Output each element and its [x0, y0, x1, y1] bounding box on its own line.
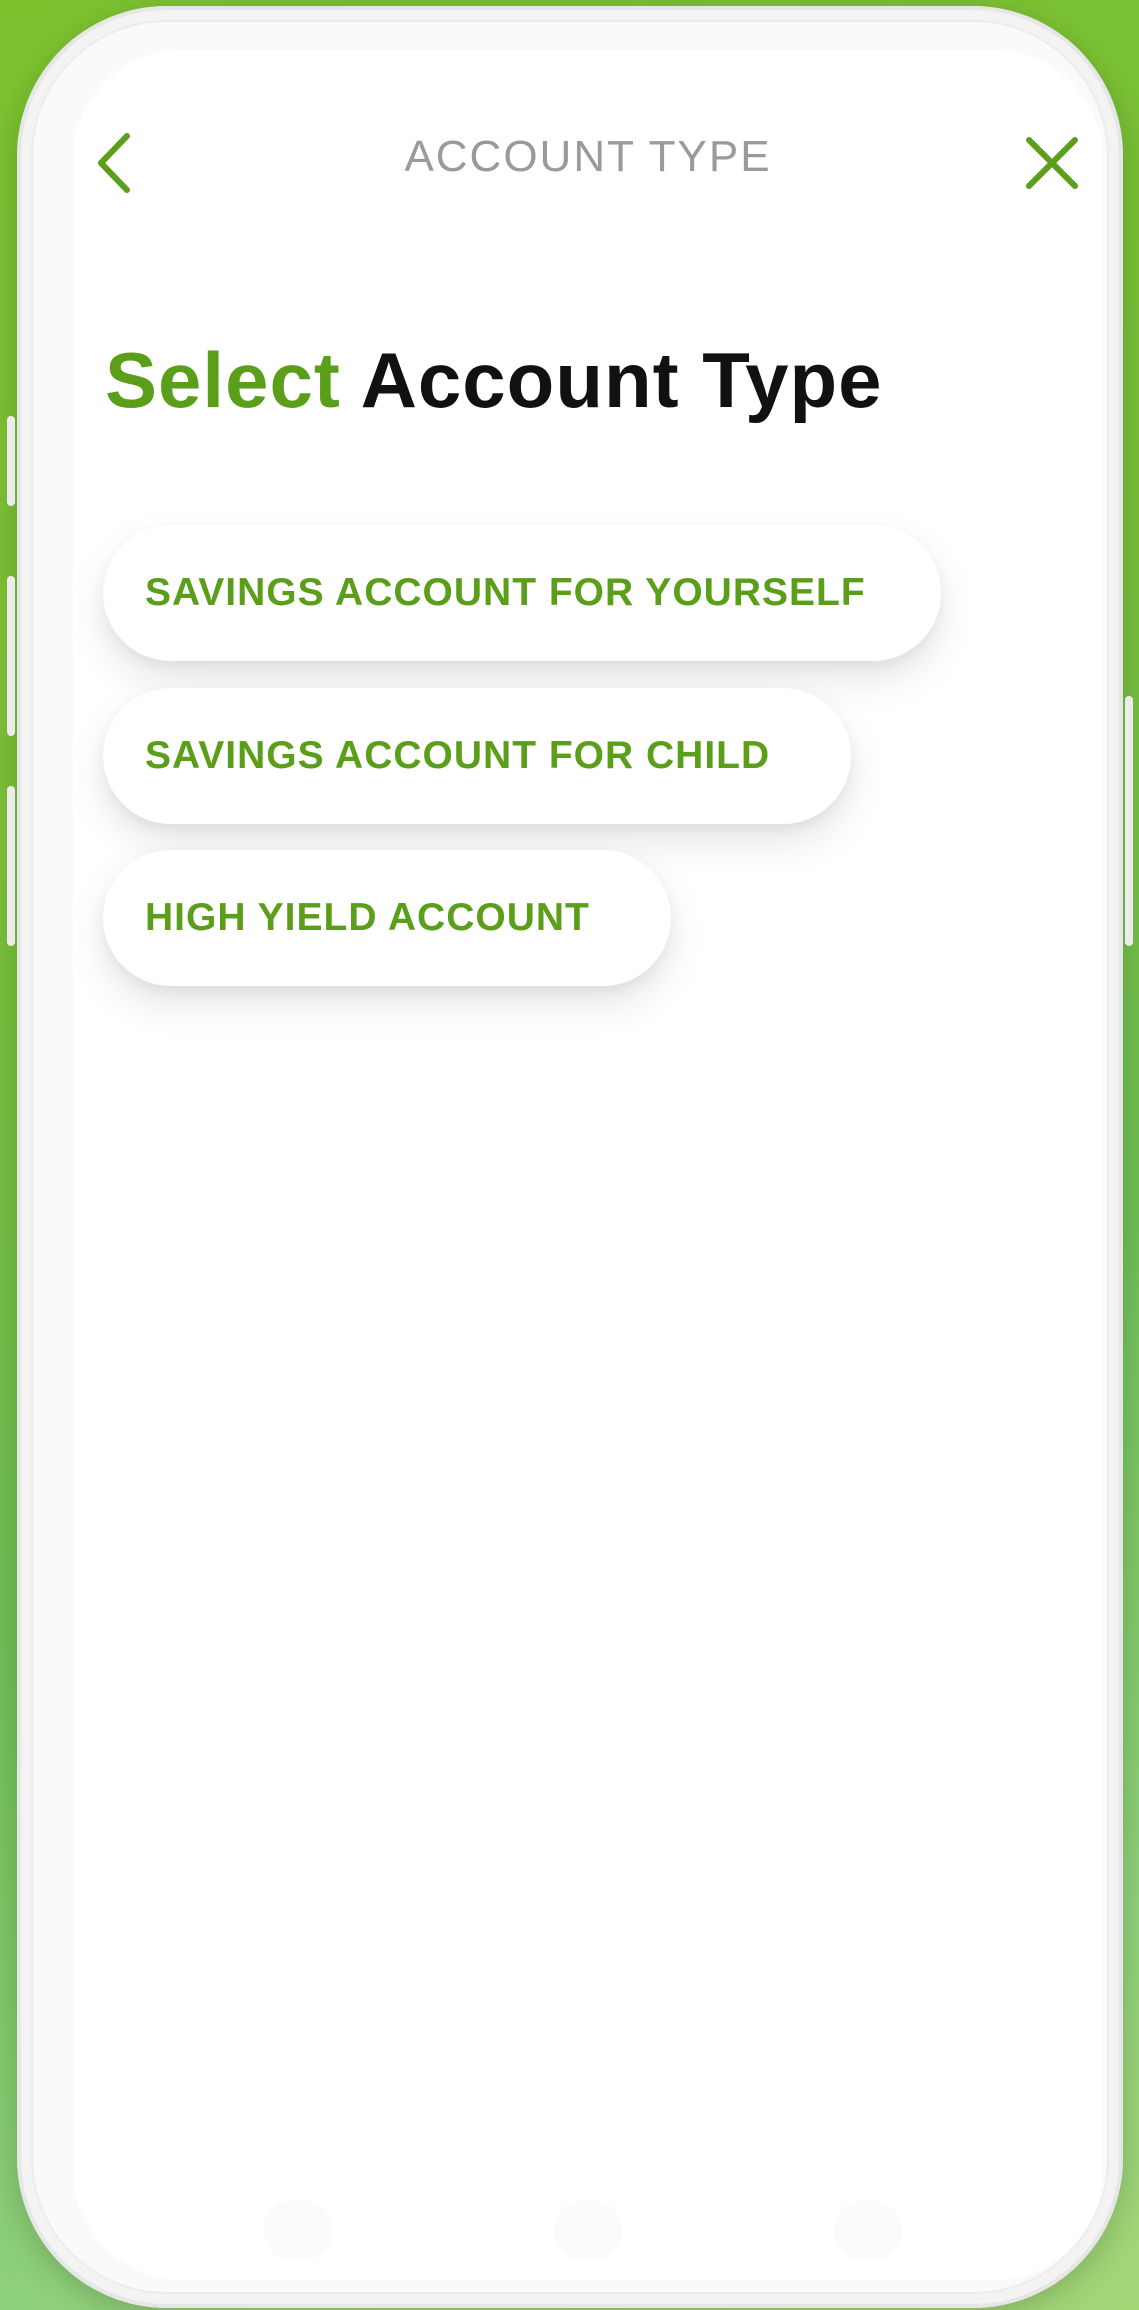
option-savings-child[interactable]: SAVINGS ACCOUNT FOR CHILD — [103, 688, 851, 824]
heading-rest: Account Type — [360, 336, 883, 424]
heading-accent: Select — [105, 336, 341, 424]
close-button[interactable] — [1017, 128, 1087, 198]
page-title: ACCOUNT TYPE — [404, 132, 772, 181]
phone-side-button — [7, 416, 15, 506]
phone-frame: ACCOUNT TYPE Select Account Type SAVINGS… — [7, 6, 1133, 2308]
option-label: SAVINGS ACCOUNT FOR CHILD — [145, 734, 771, 777]
nav-bar-hint — [833, 2200, 903, 2260]
option-label: HIGH YIELD ACCOUNT — [145, 896, 590, 939]
nav-bar-hint — [263, 2200, 333, 2260]
phone-side-button — [1125, 696, 1133, 946]
phone-side-button — [7, 786, 15, 946]
close-icon — [1026, 137, 1078, 189]
section-heading: Select Account Type — [105, 335, 883, 426]
phone-side-button — [7, 576, 15, 736]
option-label: SAVINGS ACCOUNT FOR YOURSELF — [145, 571, 866, 614]
option-high-yield[interactable]: HIGH YIELD ACCOUNT — [103, 850, 671, 986]
option-savings-yourself[interactable]: SAVINGS ACCOUNT FOR YOURSELF — [103, 525, 941, 661]
nav-bar-hint — [553, 2200, 623, 2260]
app-screen: ACCOUNT TYPE Select Account Type SAVINGS… — [73, 50, 1103, 2280]
